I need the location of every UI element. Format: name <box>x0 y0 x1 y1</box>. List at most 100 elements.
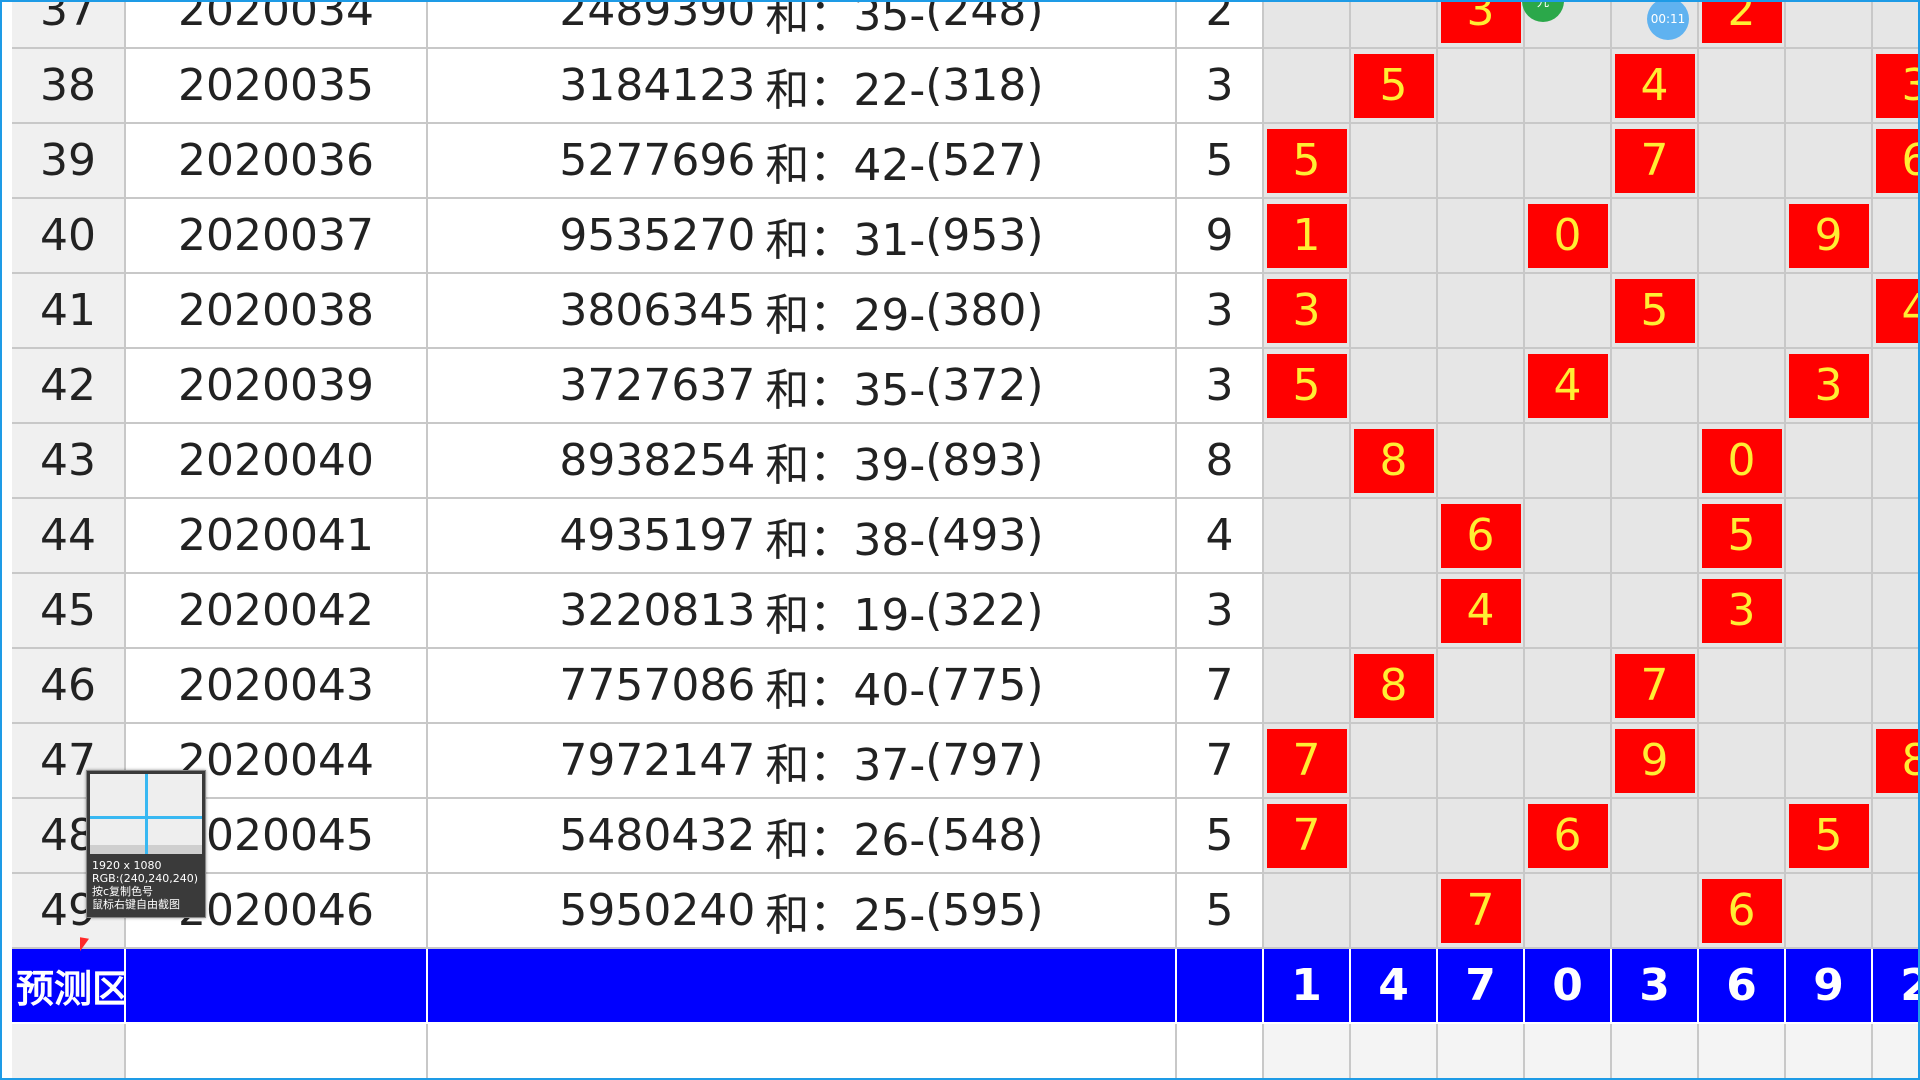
span-value: 3 <box>1177 49 1264 124</box>
table-row[interactable]: 37 2020034 2489390 和：35- (248) 2 3 2 <box>12 0 1918 49</box>
sum-label: 和：40- <box>765 664 926 716</box>
draw-number: 5277696 <box>559 135 756 186</box>
digit-cell <box>1873 2 1918 49</box>
digit-cell: 6 <box>1873 124 1918 199</box>
hit-marker: 5 <box>1614 278 1695 343</box>
digit-cell <box>1438 199 1525 274</box>
span-value: 9 <box>1177 199 1264 274</box>
digit-cell <box>1351 574 1438 649</box>
table-row[interactable]: 40 2020037 9535270 和：31- (953) 9 1 0 9 <box>12 199 1918 274</box>
sum-value: (775) <box>925 660 1044 711</box>
sum-label: 和：42- <box>765 139 926 191</box>
period-number: 2020040 <box>126 424 428 499</box>
table-row[interactable]: 42 2020039 3727637 和：35- (372) 3 5 4 3 <box>12 349 1918 424</box>
draw-result: 5480432 和：26- (548) <box>428 799 1177 874</box>
draw-result: 9535270 和：31- (953) <box>428 199 1177 274</box>
period-number: 2020035 <box>126 49 428 124</box>
prediction-digit: 1 <box>1264 949 1351 1024</box>
digit-cell <box>1438 799 1525 874</box>
digit-cell <box>1873 649 1918 724</box>
sum-value: (248) <box>925 0 1044 36</box>
digit-cell <box>1351 799 1438 874</box>
sum-value: (893) <box>925 435 1044 486</box>
digit-cell <box>1264 49 1351 124</box>
table-row[interactable]: 44 2020041 4935197 和：38- (493) 4 6 5 <box>12 499 1918 574</box>
digit-cell <box>1612 574 1699 649</box>
prediction-digit: 4 <box>1351 949 1438 1024</box>
tooltip-line: 按c复制色号 <box>92 885 154 898</box>
draw-result: 3220813 和：19- (322) <box>428 574 1177 649</box>
draw-number: 4935197 <box>559 510 756 561</box>
table-row[interactable]: 46 2020043 7757086 和：40- (775) 7 8 7 <box>12 649 1918 724</box>
hit-marker: 3 <box>1788 353 1869 418</box>
digit-cell: 5 <box>1786 799 1873 874</box>
draw-number: 7757086 <box>559 660 756 711</box>
sum-value: (380) <box>925 285 1044 336</box>
digit-cell <box>1525 49 1612 124</box>
empty-cell <box>1873 1024 1918 1078</box>
digit-cell <box>1438 349 1525 424</box>
sum-value: (548) <box>925 810 1044 861</box>
table-row[interactable]: 49 2020046 5950240 和：25- (595) 5 7 6 <box>12 874 1918 949</box>
table-row[interactable]: 4720200447972147和：37-(797)7798 <box>12 724 1918 799</box>
period-number: 2020042 <box>126 574 428 649</box>
table-row[interactable]: 43 2020040 8938254 和：39- (893) 8 8 0 <box>12 424 1918 499</box>
draw-result: 8938254 和：39- (893) <box>428 424 1177 499</box>
prediction-digit: 2 <box>1873 949 1918 1024</box>
digit-cell: 6 <box>1525 799 1612 874</box>
table-row[interactable]: 48 2020045 5480432 和：26- (548) 5 7 6 5 <box>12 799 1918 874</box>
hit-marker: 6 <box>1701 878 1782 943</box>
timer-badge[interactable]: 00:11 <box>1647 2 1689 40</box>
digit-cell: 5 <box>1264 349 1351 424</box>
span-value: 5 <box>1177 874 1264 949</box>
table-row[interactable]: 4120200383806345和：29-(380)3354 <box>12 274 1918 349</box>
empty-cell <box>428 1024 1177 1078</box>
sum-value: (797) <box>925 735 1044 786</box>
empty-cell <box>1786 1024 1873 1078</box>
period-number: 2020034 <box>126 2 428 49</box>
digit-cell <box>1351 724 1438 799</box>
tooltip-line: 1920 x 1080 <box>92 859 162 872</box>
hit-marker: 4 <box>1875 278 1918 343</box>
digit-cell <box>1525 274 1612 349</box>
digit-cell: 6 <box>1699 874 1786 949</box>
magnifier-preview <box>90 774 202 854</box>
draw-number: 5480432 <box>559 810 756 861</box>
table-row[interactable]: 3920200365277696和：42-(527)5576 <box>12 124 1918 199</box>
draw-number: 5950240 <box>559 885 756 936</box>
table-row[interactable]: 3820200353184123和：22-(318)3543 <box>12 49 1918 124</box>
draw-result: 2489390 和：35- (248) <box>428 0 1177 49</box>
digit-cell <box>1351 499 1438 574</box>
digit-cell <box>1525 124 1612 199</box>
table-row[interactable]: 45 2020042 3220813 和：19- (322) 3 4 3 <box>12 574 1918 649</box>
window-frame: 37 2020034 2489390 和：35- (248) 2 3 2 38 2020035 31… <box>0 0 1920 1080</box>
tooltip-text: 1920 x 1080 RGB:(240,240,240) 按c复制色号 鼠标右… <box>92 859 198 911</box>
prediction-digit: 9 <box>1786 949 1873 1024</box>
digit-cell <box>1786 274 1873 349</box>
digit-cell: 4 <box>1525 349 1612 424</box>
digit-cell <box>1786 49 1873 124</box>
empty-cell <box>1264 1024 1351 1078</box>
period-number: 2020036 <box>126 124 428 199</box>
digit-cell <box>1786 649 1873 724</box>
digit-cell <box>1786 124 1873 199</box>
digit-cell: 7 <box>1438 874 1525 949</box>
prediction-digit: 7 <box>1438 949 1525 1024</box>
hit-marker: 0 <box>1527 203 1608 268</box>
draw-number: 8938254 <box>559 435 756 486</box>
hit-marker: 9 <box>1788 203 1869 268</box>
digit-cell <box>1438 49 1525 124</box>
hit-marker: 7 <box>1266 803 1347 868</box>
digit-cell: 3 <box>1873 49 1918 124</box>
digit-cell: 7 <box>1612 649 1699 724</box>
row-index: 41 <box>12 274 126 349</box>
period-number: 2020041 <box>126 499 428 574</box>
sum-value: (493) <box>925 510 1044 561</box>
draw-number: 3727637 <box>559 360 756 411</box>
screenshot-tool-tooltip: 1920 x 1080 RGB:(240,240,240) 按c复制色号 鼠标右… <box>86 770 206 918</box>
digit-cell <box>1612 499 1699 574</box>
digit-cell <box>1612 424 1699 499</box>
digit-cell: 7 <box>1612 124 1699 199</box>
period-number: 2020043 <box>126 649 428 724</box>
empty-cell <box>1351 1024 1438 1078</box>
